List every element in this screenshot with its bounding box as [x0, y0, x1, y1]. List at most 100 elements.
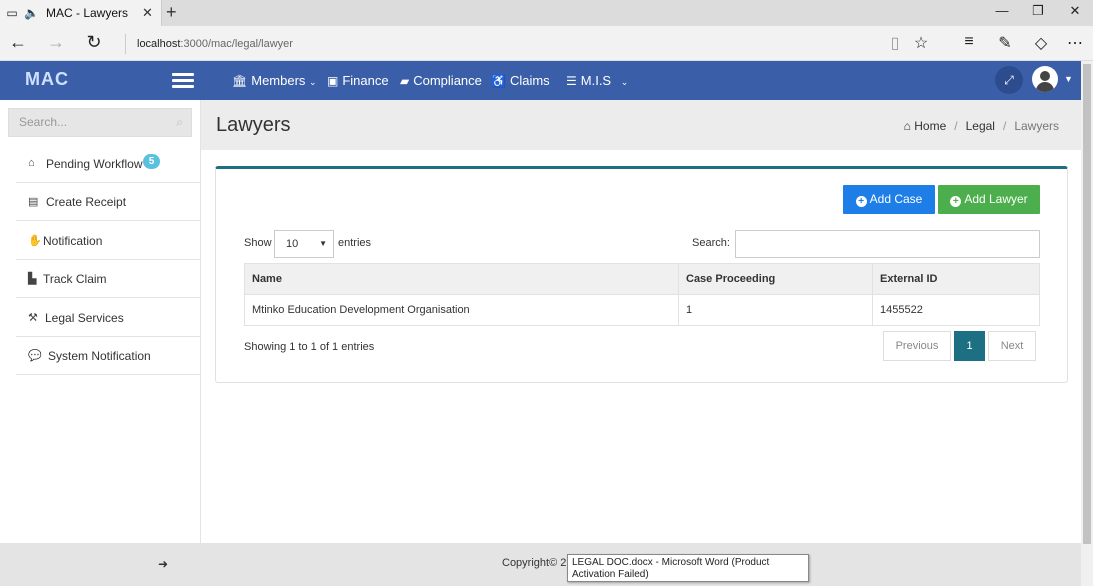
table-header-row: Name Case Proceeding External ID [244, 263, 1040, 295]
column-header-name[interactable]: Name [244, 263, 679, 295]
sidebar: Search... ⌕ ⌂ Pending Workflow 5 ▤ Create Re… [0, 100, 201, 543]
sidebar-item-label: Track Claim [43, 272, 107, 286]
logout-icon[interactable]: ➜ [158, 557, 168, 571]
sidebar-search-input[interactable]: Search... ⌕ [8, 108, 192, 137]
avatar[interactable] [1032, 66, 1058, 92]
gavel-icon: ⚒ [28, 312, 38, 324]
share-icon[interactable]: ◇ [1030, 33, 1052, 53]
favorite-star-icon[interactable]: ☆ [910, 33, 932, 53]
more-icon[interactable]: ⋯ [1064, 33, 1086, 53]
sidebar-item-label: Legal Services [45, 311, 124, 325]
lawyers-panel: + Add Case + Add Lawyer Show 10 ▼ entries S… [215, 166, 1068, 383]
close-window-icon[interactable]: ✕ [1065, 3, 1085, 19]
plus-circle-icon: + [950, 196, 962, 207]
add-case-button[interactable]: + Add Case [843, 185, 935, 214]
menu-members[interactable]: 🏛 Members ⌄ [232, 73, 317, 88]
chevron-down-icon: ⌄ [620, 77, 629, 87]
cell-external-id: 1455522 [872, 294, 1040, 326]
forward-icon[interactable]: → [45, 32, 67, 53]
column-header-external-id[interactable]: External ID [872, 263, 1040, 295]
app-header: MAC 🏛 Members ⌄ ▣ Finance ▰ Compliance ♿ Cla… [0, 61, 1093, 100]
footer: ➜ Copyright© 2 [0, 543, 1081, 586]
breadcrumb: ⌂ Home / Legal / Lawyers [903, 119, 1059, 133]
sidebar-item-system-notification[interactable]: 💬 System Notification [16, 337, 200, 375]
receipt-icon: ▤ [28, 196, 39, 208]
sidebar-item-label: Pending Workflow [46, 157, 143, 171]
brand: MAC [0, 61, 200, 100]
plus-circle-icon: + [855, 196, 867, 207]
home-icon: ⌂ [903, 119, 911, 133]
page-1-button[interactable]: 1 [954, 331, 985, 361]
sidebar-item-notification[interactable]: ✋ Notification [16, 222, 200, 260]
building-icon: ▙ [28, 273, 37, 285]
sidebar-item-track-claim[interactable]: ▙ Track Claim [16, 260, 200, 298]
breadcrumb-current: Lawyers [1014, 119, 1059, 133]
caret-down-icon[interactable]: ▼ [1064, 74, 1073, 84]
chevron-down-icon: ⌄ [309, 77, 317, 87]
cell-name: Mtinko Education Development Organisatio… [244, 294, 679, 326]
bank-icon: 🏛 [232, 74, 248, 88]
money-icon: ▣ [327, 74, 339, 88]
page-title-bar: Lawyers ⌂ Home / Legal / Lawyers [201, 100, 1081, 150]
previous-page-button[interactable]: Previous [883, 331, 951, 361]
show-label: Show [244, 237, 272, 249]
hub-icon[interactable]: ≡ [958, 33, 980, 51]
inbox-icon: ⌂ [28, 157, 35, 169]
table-row[interactable]: Mtinko Education Development Organisatio… [244, 294, 1040, 326]
new-tab-icon[interactable]: + [166, 2, 177, 23]
add-lawyer-button[interactable]: + Add Lawyer [938, 185, 1040, 214]
speaker-icon[interactable]: 🔈 [24, 6, 39, 20]
scrollbar-thumb[interactable] [1083, 64, 1091, 544]
tab-page-icon: ▭ [6, 6, 18, 20]
sidebar-item-pending-workflow[interactable]: ⌂ Pending Workflow 5 [16, 145, 200, 183]
sidebar-item-create-receipt[interactable]: ▤ Create Receipt [16, 183, 200, 221]
next-page-button[interactable]: Next [988, 331, 1036, 361]
list-icon: ☰ [566, 74, 577, 88]
logo[interactable]: MAC [25, 69, 69, 90]
web-note-icon[interactable]: ✎ [994, 33, 1016, 53]
menu-claims[interactable]: ♿ Claims [491, 73, 550, 88]
breadcrumb-legal[interactable]: Legal [966, 119, 995, 133]
footer-sidebar: ➜ [0, 543, 201, 586]
table-search-input[interactable] [735, 230, 1040, 258]
url-field[interactable]: localhost:3000/mac/legal/lawyer [125, 34, 293, 54]
table-info: Showing 1 to 1 of 1 entries [244, 341, 375, 353]
back-icon[interactable]: ← [7, 32, 29, 53]
restore-icon[interactable]: ❐ [1028, 3, 1048, 19]
hamburger-menu-icon[interactable] [172, 73, 194, 89]
reading-view-icon[interactable]: ▯ [884, 33, 906, 53]
search-placeholder: Search... [19, 115, 68, 129]
main-content: Lawyers ⌂ Home / Legal / Lawyers + Add Case +… [201, 100, 1081, 543]
copyright-text: Copyright© 2 [502, 557, 567, 569]
breadcrumb-home[interactable]: Home [914, 119, 946, 133]
search-icon[interactable]: ⌕ [176, 109, 183, 136]
menu-label: Compliance [413, 73, 482, 88]
menu-label: Claims [509, 73, 550, 88]
lawyers-table: Name Case Proceeding External ID Mtinko … [244, 263, 1040, 326]
menu-mis[interactable]: ☰ M.I.S ⌄ [566, 73, 628, 88]
browser-tab[interactable]: ▭ 🔈 MAC - Lawyers ✕ [0, 0, 162, 26]
fullscreen-icon[interactable]: ⤢ [995, 66, 1023, 94]
hand-icon: ✋ [28, 235, 42, 247]
url-host: localhost [137, 38, 181, 50]
page-length-value: 10 [286, 238, 299, 250]
menu-compliance[interactable]: ▰ Compliance [400, 73, 482, 88]
menu-label: Finance [342, 73, 389, 88]
add-case-label: Add Case [869, 192, 923, 206]
page-scrollbar[interactable] [1081, 61, 1093, 586]
minimize-icon[interactable]: — [992, 3, 1012, 18]
search-label: Search: [692, 237, 730, 249]
book-icon: ▰ [400, 74, 410, 88]
cell-case-proceeding: 1 [678, 294, 873, 326]
taskbar-tooltip: LEGAL DOC.docx - Microsoft Word (Product… [567, 554, 809, 582]
menu-finance[interactable]: ▣ Finance [327, 73, 389, 88]
address-bar: ← → ↻ localhost:3000/mac/legal/lawyer ▯ … [0, 26, 1093, 61]
close-tab-icon[interactable]: ✕ [142, 5, 153, 21]
page-title: Lawyers [216, 114, 291, 136]
refresh-icon[interactable]: ↻ [83, 32, 105, 53]
page-length-select[interactable]: 10 ▼ [274, 230, 334, 258]
dropdown-arrow-icon: ▼ [319, 239, 327, 248]
browser-tab-bar: ▭ 🔈 MAC - Lawyers ✕ + — ❐ ✕ [0, 0, 1093, 26]
sidebar-item-legal-services[interactable]: ⚒ Legal Services [16, 299, 200, 337]
column-header-case-proceeding[interactable]: Case Proceeding [678, 263, 873, 295]
